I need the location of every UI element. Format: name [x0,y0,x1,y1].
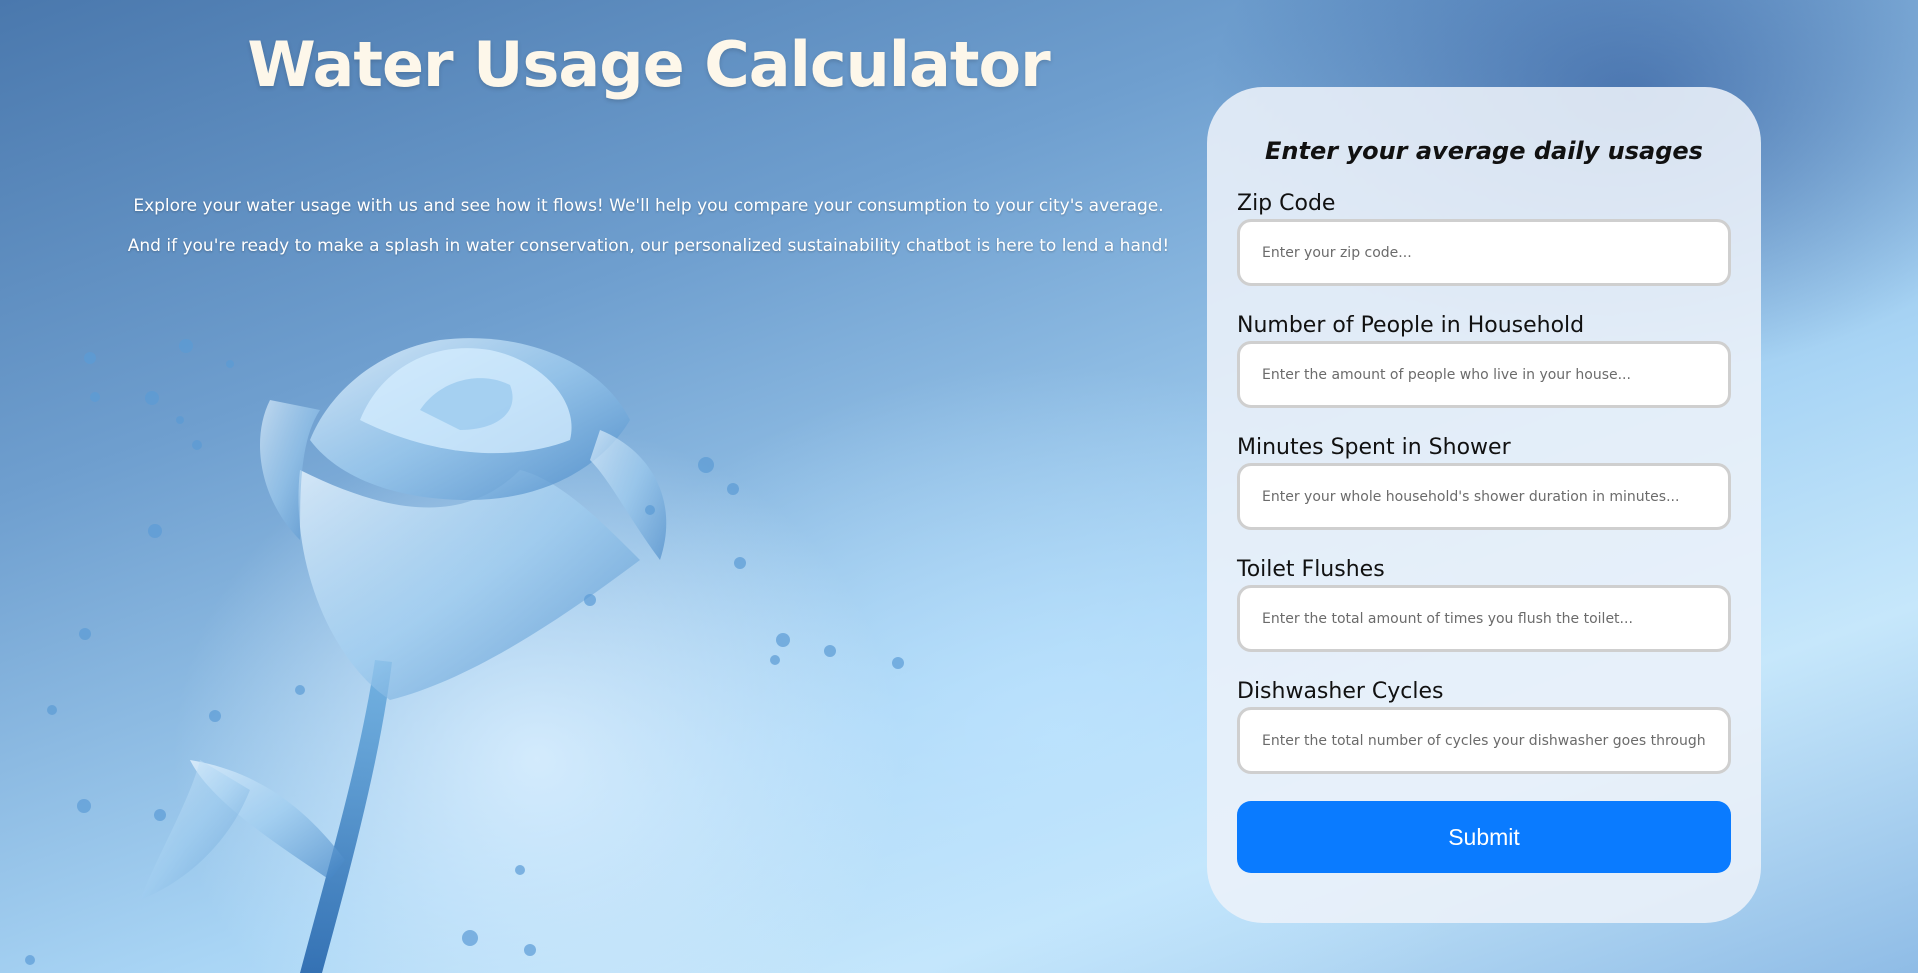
zip-code-input[interactable] [1237,219,1731,286]
form-heading: Enter your average daily usages [1265,137,1703,165]
page-title: Water Usage Calculator [247,28,1050,101]
dishwasher-cycles-field-group: Dishwasher Cycles [1237,679,1731,774]
household-size-input[interactable] [1237,341,1731,408]
dishwasher-cycles-label: Dishwasher Cycles [1237,679,1444,704]
dishwasher-cycles-input[interactable] [1237,707,1731,774]
toilet-flushes-input[interactable] [1237,585,1731,652]
intro-text: Explore your water usage with us and see… [0,186,1297,266]
toilet-flushes-label: Toilet Flushes [1237,557,1385,582]
submit-button[interactable]: Submit [1237,801,1731,873]
zip-code-field-group: Zip Code [1237,191,1731,286]
shower-minutes-input[interactable] [1237,463,1731,530]
intro-line: And if you're ready to make a splash in … [127,236,1170,256]
zip-code-label: Zip Code [1237,191,1336,216]
shower-minutes-field-group: Minutes Spent in Shower [1237,435,1731,530]
toilet-flushes-field-group: Toilet Flushes [1237,557,1731,652]
household-size-label: Number of People in Household [1237,313,1585,338]
usage-form: Enter your average daily usages Zip Code… [1207,87,1761,923]
shower-minutes-label: Minutes Spent in Shower [1237,435,1511,460]
intro-line: Explore your water usage with us and see… [133,196,1164,216]
household-size-field-group: Number of People in Household [1237,313,1731,408]
